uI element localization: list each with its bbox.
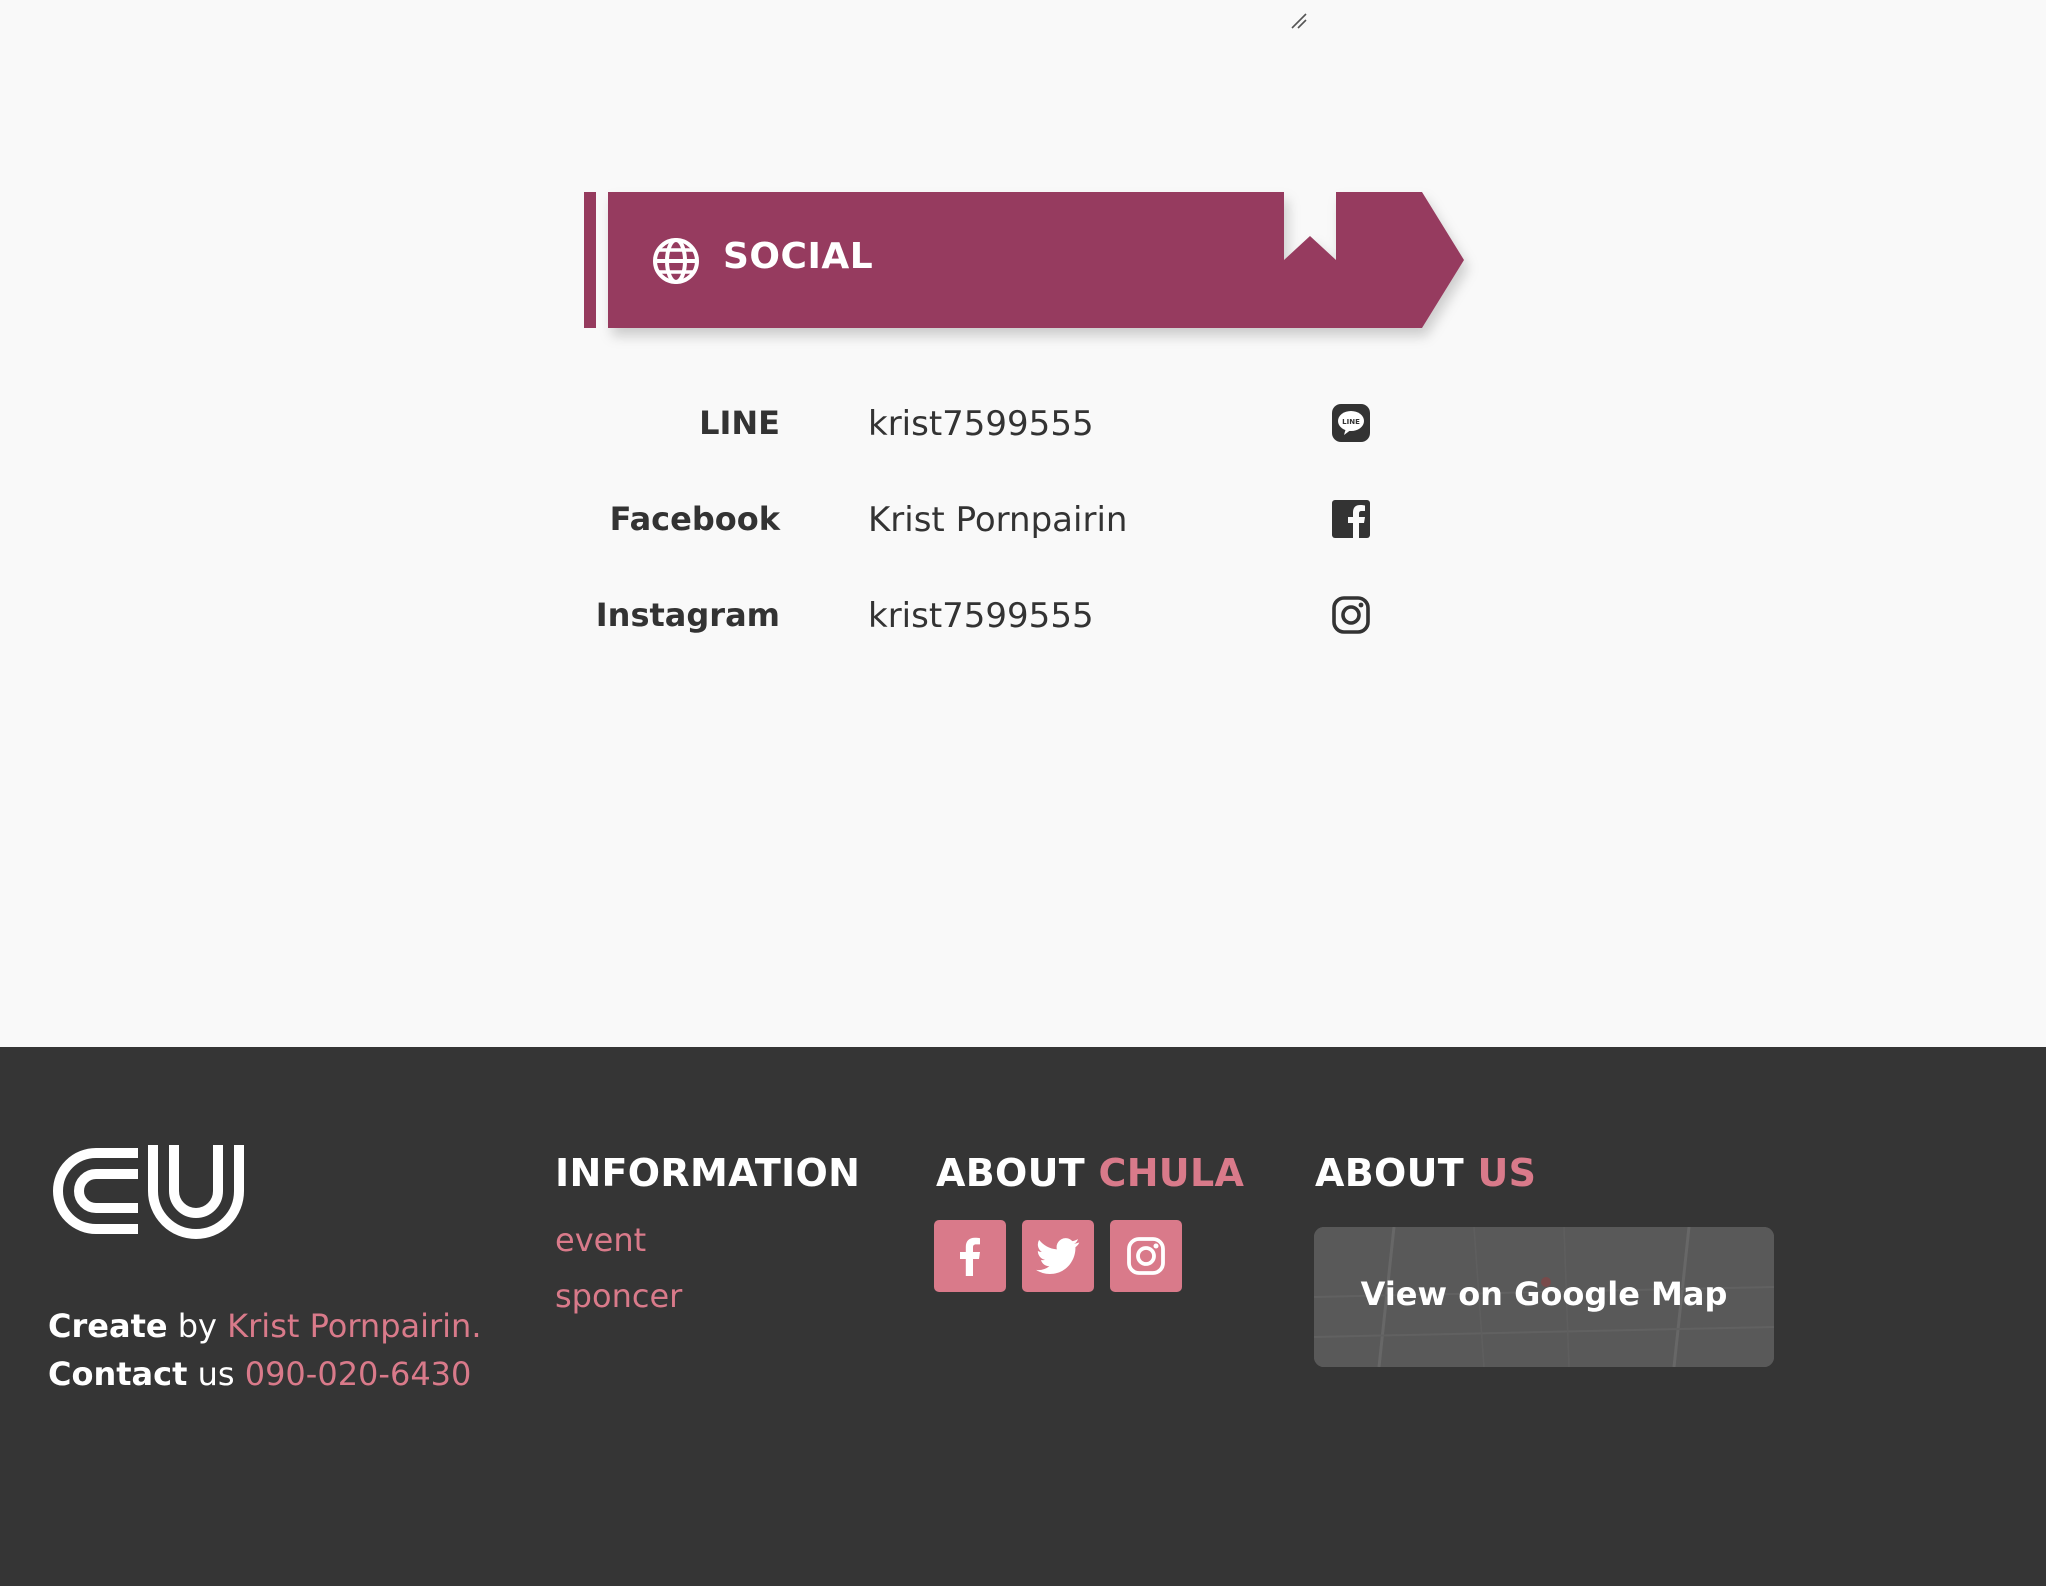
social-label: Facebook [609,500,780,538]
about-us-heading-main: ABOUT [1315,1151,1464,1195]
chula-facebook-button[interactable] [934,1220,1006,1292]
chula-twitter-button[interactable] [1022,1220,1094,1292]
about-us-heading: ABOUT US [1315,1151,1536,1195]
social-banner: SOCIAL [608,192,1464,328]
instagram-icon[interactable] [1330,594,1372,636]
author-name: Krist Pornpairin. [227,1307,482,1345]
cu-logo [53,1145,244,1239]
banner-stripe [584,192,596,328]
line-icon[interactable]: LINE [1330,402,1372,444]
about-chula-heading-accent: CHULA [1098,1151,1245,1195]
social-value: krist7599555 [868,404,1094,444]
footer: Create by Krist Pornpairin. Contact us 0… [0,1047,2046,1586]
about-chula-heading-main: ABOUT [936,1151,1085,1195]
social-value: Krist Pornpairin [868,500,1128,540]
credit-contact: Contact us 090-020-6430 [48,1355,471,1393]
facebook-icon[interactable] [1330,498,1372,540]
social-row-facebook: Facebook Krist Pornpairin [600,488,1380,548]
about-chula-heading: ABOUT CHULA [936,1151,1244,1195]
social-label: Instagram [595,596,780,634]
svg-text:LINE: LINE [1342,418,1360,426]
facebook-icon [960,1237,980,1276]
social-row-instagram: Instagram krist7599555 [596,584,1380,644]
instagram-icon [1127,1237,1165,1275]
create-label: Create [48,1307,168,1345]
social-row-line: LINE krist7599555 LINE [600,392,1380,452]
chula-instagram-button[interactable] [1110,1220,1182,1292]
resize-grip-icon[interactable] [1290,12,1308,30]
globe-icon [653,238,699,284]
google-map-button[interactable]: View on Google Map [1314,1227,1774,1367]
credit-create: Create by Krist Pornpairin. [48,1307,482,1345]
contact-label: Contact [48,1355,188,1393]
banner-title: SOCIAL [723,236,874,277]
create-by-text: by [177,1307,217,1345]
about-us-heading-accent: US [1477,1151,1537,1195]
twitter-icon [1036,1238,1080,1274]
contact-phone[interactable]: 090-020-6430 [245,1355,472,1393]
social-label: LINE [699,404,780,442]
information-heading: INFORMATION [555,1151,861,1195]
contact-us-text: us [197,1355,235,1393]
info-link-sponcer[interactable]: sponcer [555,1277,682,1315]
info-link-event[interactable]: event [555,1221,646,1259]
social-value: krist7599555 [868,596,1094,636]
map-button-label: View on Google Map [1360,1275,1728,1313]
